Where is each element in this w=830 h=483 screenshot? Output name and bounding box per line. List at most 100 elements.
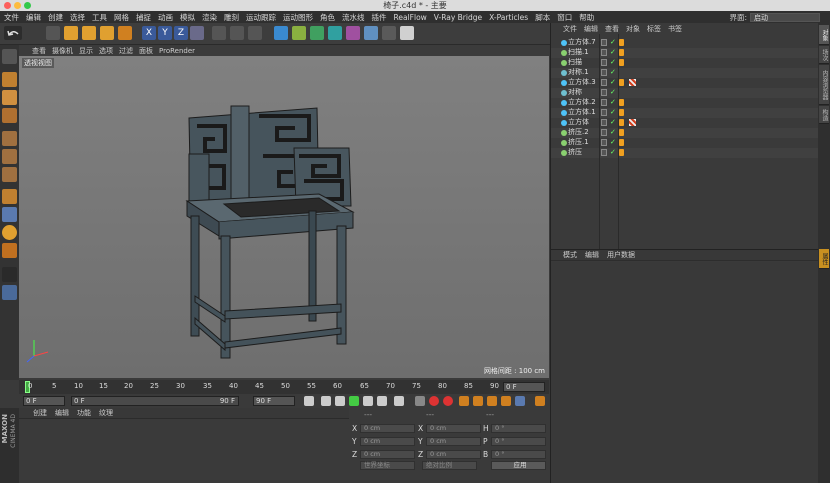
menu-simulate[interactable]: 模拟 [180, 12, 195, 23]
object-menu-edit[interactable]: 编辑 [584, 24, 598, 34]
deformer-icon[interactable] [346, 26, 360, 40]
size-z-field[interactable]: 0 cm [426, 450, 481, 459]
rotation-key-icon[interactable] [501, 396, 511, 406]
edges-mode-icon[interactable] [2, 149, 17, 164]
visibility-toggle[interactable] [601, 119, 607, 126]
object-row[interactable]: 对称.1 ✓ [551, 68, 819, 78]
rot-p-field[interactable]: 0 ° [491, 437, 546, 446]
object-row[interactable]: 立方体.2 ✓ [551, 98, 819, 108]
parameter-key-icon[interactable] [515, 396, 525, 406]
pos-z-field[interactable]: 0 cm [360, 450, 415, 459]
viewport-menu-filter[interactable]: 过滤 [119, 46, 133, 56]
record-keys-icon[interactable] [429, 396, 439, 406]
menu-mesh[interactable]: 网格 [114, 12, 129, 23]
solo-mode-icon[interactable] [2, 267, 17, 282]
phong-tag-icon[interactable] [619, 149, 624, 156]
scale-icon[interactable] [82, 26, 96, 40]
layout-dropdown[interactable]: 启动 [750, 13, 820, 22]
viewport-menu-cameras[interactable]: 摄像机 [52, 46, 73, 56]
tab-attributes[interactable]: 属性 [819, 249, 829, 269]
enable-check-icon[interactable]: ✓ [610, 68, 616, 77]
camera-icon[interactable] [382, 26, 396, 40]
visibility-toggle[interactable] [601, 89, 607, 96]
menu-window[interactable]: 窗口 [557, 12, 572, 23]
material-menu-edit[interactable]: 编辑 [55, 408, 69, 418]
menu-help[interactable]: 帮助 [579, 12, 594, 23]
menu-mograph[interactable]: 运动图形 [283, 12, 313, 23]
phong-tag-icon[interactable] [619, 109, 624, 116]
enable-check-icon[interactable]: ✓ [610, 98, 616, 107]
object-row[interactable]: 扫描 ✓ [551, 58, 819, 68]
menu-animate[interactable]: 动画 [158, 12, 173, 23]
attribute-menu-user-data[interactable]: 用户数据 [607, 250, 635, 260]
apply-button[interactable]: 应用 [491, 461, 546, 470]
next-key-icon[interactable] [377, 396, 387, 406]
enable-check-icon[interactable]: ✓ [610, 78, 616, 87]
material-tag-icon[interactable] [629, 119, 636, 126]
workplane-icon[interactable] [2, 108, 17, 123]
menu-render[interactable]: 渲染 [202, 12, 217, 23]
menu-plugins[interactable]: 插件 [372, 12, 387, 23]
viewport-menu-display[interactable]: 显示 [79, 46, 93, 56]
phong-tag-icon[interactable] [619, 39, 624, 46]
current-frame-field[interactable]: 0 F [503, 382, 545, 392]
subdivision-surface-icon[interactable] [310, 26, 324, 40]
render-picture-viewer-icon[interactable] [230, 26, 244, 40]
menu-pipeline[interactable]: 流水线 [342, 12, 365, 23]
undo-icon[interactable] [4, 26, 22, 40]
tab-content-browser[interactable]: 内容浏览器 [819, 65, 829, 105]
visibility-toggle[interactable] [601, 79, 607, 86]
timeline-window-icon[interactable] [535, 396, 545, 406]
autokey-icon[interactable] [443, 396, 453, 406]
phong-tag-icon[interactable] [619, 129, 624, 136]
visibility-toggle[interactable] [601, 99, 607, 106]
menu-x-particles[interactable]: X-Particles [489, 13, 528, 22]
floor-icon[interactable] [364, 26, 378, 40]
live-select-icon[interactable] [46, 26, 60, 40]
visibility-toggle[interactable] [601, 49, 607, 56]
object-row[interactable]: 立方体.3 ✓ [551, 78, 819, 88]
object-row[interactable]: 对称 ✓ [551, 88, 819, 98]
size-x-field[interactable]: 0 cm [426, 424, 481, 433]
perspective-viewport[interactable]: 透视视图 网格间距: 100 cm [19, 56, 549, 378]
move-icon[interactable] [64, 26, 78, 40]
rotate-icon[interactable] [100, 26, 114, 40]
enable-check-icon[interactable]: ✓ [610, 108, 616, 117]
visibility-toggle[interactable] [601, 39, 607, 46]
attribute-menu-edit[interactable]: 编辑 [585, 250, 599, 260]
size-y-field[interactable]: 0 cm [426, 437, 481, 446]
phong-tag-icon[interactable] [619, 119, 624, 126]
phong-tag-icon[interactable] [619, 49, 624, 56]
play-icon[interactable] [349, 396, 359, 406]
object-menu-bookmarks[interactable]: 书签 [668, 24, 682, 34]
enable-check-icon[interactable]: ✓ [610, 148, 616, 157]
y-axis-icon[interactable]: Y [158, 26, 172, 40]
layer-icon[interactable] [2, 285, 17, 300]
enable-check-icon[interactable]: ✓ [610, 38, 616, 47]
object-row[interactable]: 挤压.2 ✓ [551, 128, 819, 138]
menu-create[interactable]: 创建 [48, 12, 63, 23]
object-menu-tags[interactable]: 标签 [647, 24, 661, 34]
tab-structure[interactable]: 构造 [819, 106, 829, 124]
go-to-end-icon[interactable] [394, 396, 404, 406]
material-tag-icon[interactable] [629, 79, 636, 86]
visibility-toggle[interactable] [601, 149, 607, 156]
close-window-button[interactable] [4, 2, 11, 9]
rot-h-field[interactable]: 0 ° [491, 424, 546, 433]
end-frame-field[interactable]: 90 F [253, 396, 295, 406]
keyframe-selection-icon[interactable] [459, 396, 469, 406]
cube-icon[interactable] [274, 26, 288, 40]
model-mode-icon[interactable] [2, 72, 17, 87]
material-menu-function[interactable]: 功能 [77, 408, 91, 418]
object-menu-file[interactable]: 文件 [563, 24, 577, 34]
coordinate-mode-dropdown[interactable]: 世界坐标 [360, 461, 415, 470]
render-settings-icon[interactable] [248, 26, 262, 40]
start-frame-field[interactable]: 0 F [23, 396, 65, 406]
enable-check-icon[interactable]: ✓ [610, 48, 616, 57]
viewport-menu-options[interactable]: 选项 [99, 46, 113, 56]
spline-pen-icon[interactable] [292, 26, 306, 40]
menu-realflow[interactable]: RealFlow [394, 13, 427, 22]
pos-y-field[interactable]: 0 cm [360, 437, 415, 446]
timeline-ruler[interactable]: 0 5 10 15 20 25 30 35 40 45 50 55 60 65 … [19, 380, 549, 394]
menu-character[interactable]: 角色 [320, 12, 335, 23]
